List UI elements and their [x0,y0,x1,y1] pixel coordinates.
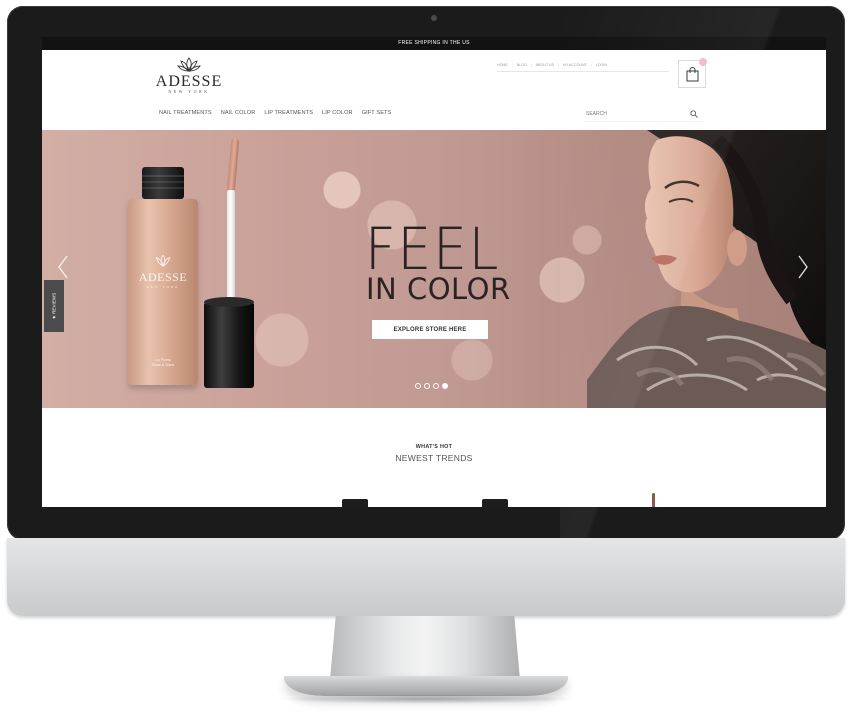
nav-item-gift-sets[interactable]: GIFT SETS [362,110,392,120]
camera-icon [431,15,437,21]
brand-name: ADESSE [155,73,223,90]
cart-badge [699,58,707,66]
slide-dot[interactable] [433,383,439,389]
shipping-banner: FREE SHIPPING IN THE US [42,37,826,50]
nav-item-lip-color[interactable]: LIP COLOR [322,110,353,120]
product-bottle-neck [142,167,184,199]
product-peek [652,493,655,507]
product-peek [342,499,368,507]
brand-logo[interactable]: ADESSE NEW YORK [154,57,224,101]
slide-dot[interactable] [415,383,421,389]
model-portrait [587,130,826,408]
gloss-applicator [226,137,240,195]
link-separator: | [590,63,592,67]
search-input[interactable]: SEARCH [586,111,607,117]
product-description: Lip Plump Gloss & Shine [128,358,198,368]
link-about[interactable]: ABOUT US [536,63,554,67]
hero-title: FEEL [365,215,501,283]
applicator-wand [227,190,235,306]
link-separator: | [557,63,559,67]
monitor-chin [7,538,845,616]
slider-pagination [415,383,448,389]
link-separator: | [511,63,513,67]
hero-subtitle: IN COLOR [366,272,511,306]
slide-dot[interactable] [424,383,430,389]
product-brand-label: ADESSE [138,270,188,284]
section-title: NEWEST TRENDS [395,453,473,463]
chevron-right-icon[interactable] [796,254,810,280]
search-icon[interactable] [690,110,698,118]
divider [497,71,669,72]
hero-slider: ADESSE NEW YORK Lip Plump Gloss & Shine … [42,130,826,408]
lotus-logo-icon [177,57,201,72]
main-nav: NAIL TREATMENTS NAIL COLOR LIP TREATMENT… [159,110,391,120]
section-kicker: WHAT'S HOT [415,444,453,450]
nav-item-nail-color[interactable]: NAIL COLOR [221,110,256,120]
product-desc-line: Gloss & Shine [151,363,175,367]
link-account[interactable]: MY ACCOUNT [563,63,587,67]
reviews-tab-label: ★ REVIEWS [51,292,56,320]
reviews-tab[interactable]: ★ REVIEWS [44,280,64,332]
site-header: ADESSE NEW YORK HOME | BLOG | ABOUT US |… [42,50,826,130]
lotus-logo-icon [155,254,171,267]
search-underline [584,121,704,122]
product-peek [482,499,508,507]
utility-links: HOME | BLOG | ABOUT US | MY ACCOUNT | LO… [497,61,667,69]
stand-shadow [276,694,576,704]
website-screen: FREE SHIPPING IN THE US ADESSE NEW YORK … [42,37,826,507]
link-separator: | [530,63,532,67]
link-login[interactable]: LOGIN [596,63,607,67]
nav-item-lip-treatments[interactable]: LIP TREATMENTS [264,110,313,120]
monitor-stand-base [284,676,568,696]
nav-item-nail-treatments[interactable]: NAIL TREATMENTS [159,110,212,120]
applicator-cap [204,297,254,388]
product-brand-subtitle: NEW YORK [146,285,180,289]
cart-button[interactable] [678,58,707,88]
link-blog[interactable]: BLOG [517,63,527,67]
shopping-bag-icon [686,67,699,82]
slide-dot-active[interactable] [442,383,448,389]
explore-store-button[interactable]: EXPLORE STORE HERE [372,320,488,339]
link-home[interactable]: HOME [497,63,508,67]
monitor-stand [330,616,520,680]
chevron-left-icon[interactable] [56,254,70,280]
